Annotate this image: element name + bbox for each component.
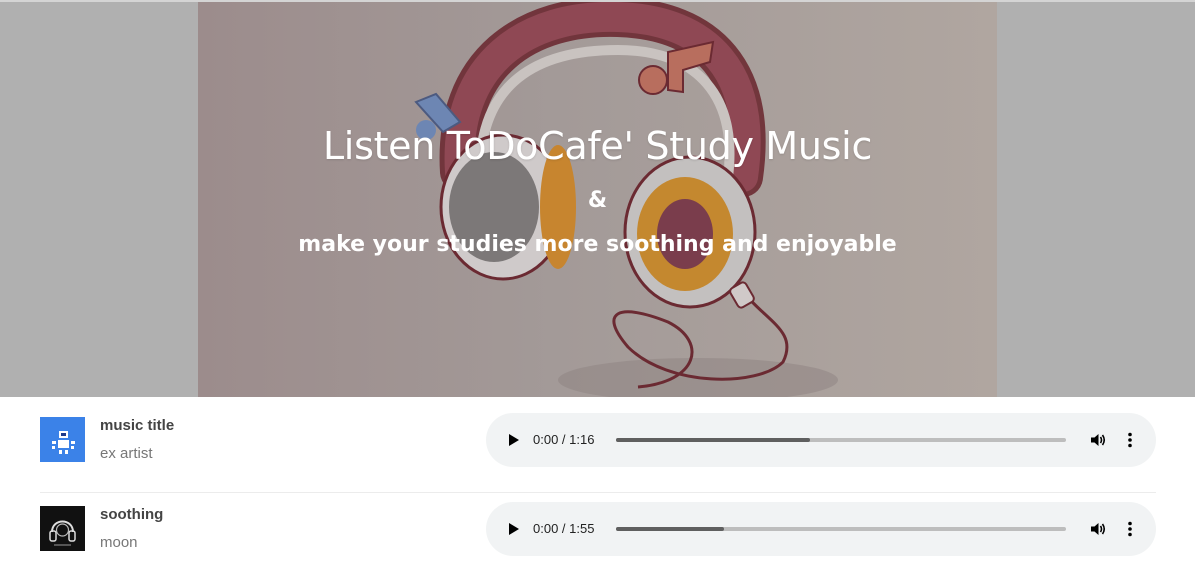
- hero-banner: Listen ToDoCafe' Study Music & make your…: [0, 0, 1195, 397]
- hero-title: Listen ToDoCafe' Study Music: [322, 124, 873, 168]
- track-artist: ex artist: [100, 445, 153, 462]
- audio-player: 0:00 / 1:55: [486, 502, 1156, 556]
- track-row: music title ex artist 0:00 / 1:16: [40, 411, 1156, 493]
- track-title: music title: [100, 417, 175, 434]
- time-display: 0:00 / 1:55: [533, 521, 595, 536]
- track-cover: [40, 506, 85, 551]
- more-vertical-icon[interactable]: [1120, 519, 1140, 539]
- moon-cover-icon: [40, 506, 85, 551]
- progress-buffered: [616, 438, 810, 442]
- track-cover: [40, 417, 85, 462]
- track-meta: soothing moon: [100, 506, 163, 551]
- play-icon[interactable]: [504, 519, 524, 539]
- hero-text: Listen ToDoCafe' Study Music & make your…: [198, 2, 997, 397]
- track-title: soothing: [100, 506, 164, 523]
- time-display: 0:00 / 1:16: [533, 432, 595, 447]
- volume-icon[interactable]: [1088, 519, 1108, 539]
- play-icon[interactable]: [504, 430, 524, 450]
- more-vertical-icon[interactable]: [1120, 430, 1140, 450]
- track-meta: music title ex artist: [100, 417, 174, 462]
- volume-icon[interactable]: [1088, 430, 1108, 450]
- hero-subtitle: make your studies more soothing and enjo…: [298, 232, 897, 257]
- robot-cover-icon: [40, 417, 85, 462]
- track-row: soothing moon 0:00 / 1:55: [40, 500, 1156, 582]
- track-artist: moon: [100, 534, 138, 551]
- hero-ampersand: &: [587, 188, 608, 213]
- progress-buffered: [616, 527, 724, 531]
- audio-player: 0:00 / 1:16: [486, 413, 1156, 467]
- progress-bar[interactable]: [616, 527, 1066, 531]
- progress-bar[interactable]: [616, 438, 1066, 442]
